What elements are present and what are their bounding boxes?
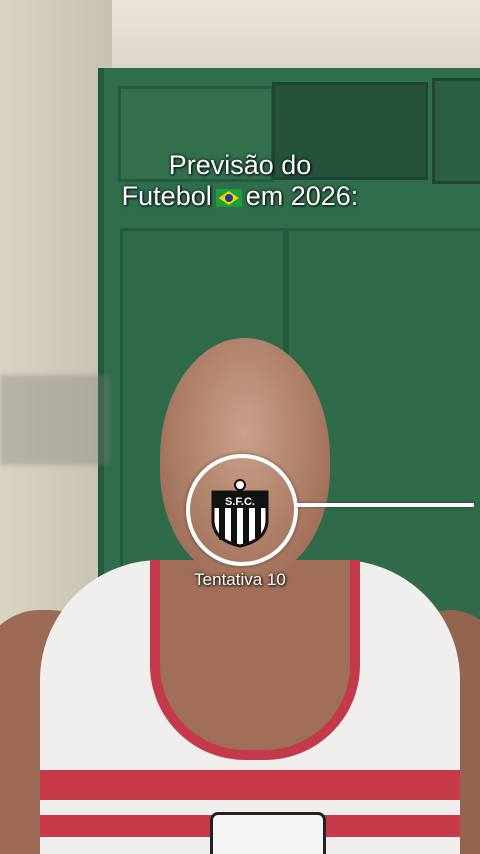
crest-pointer-line [294, 503, 474, 507]
video-frame [0, 0, 480, 854]
wall [0, 0, 112, 640]
jersey-logo [210, 812, 326, 854]
crest-letters: S.F.C. [225, 496, 255, 508]
santos-fc-crest-icon: S.F.C. [211, 479, 269, 548]
title-year: em 2026: [245, 181, 359, 211]
jersey-collar [150, 560, 360, 760]
title-line-1: Previsão do [168, 150, 312, 180]
blurred-band [0, 375, 110, 465]
title-word-futebol: Futebol [121, 181, 212, 211]
brazil-flag-icon [215, 189, 242, 207]
overlay-title: Previsão do Futebol em 2026: [0, 150, 480, 212]
attempt-label: Tentativa 10 [194, 570, 286, 589]
title-line-2: Futebol em 2026: [0, 181, 480, 212]
jersey-stripe [40, 770, 460, 800]
